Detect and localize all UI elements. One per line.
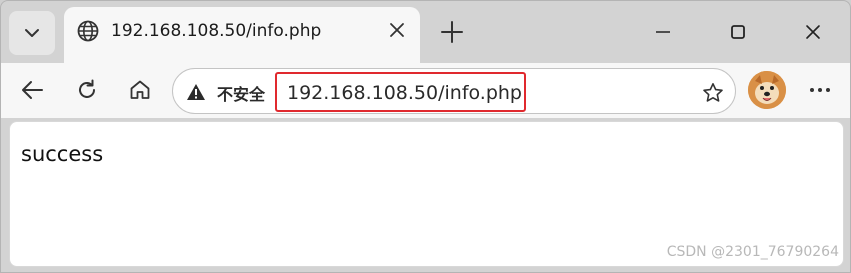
url-highlight: 192.168.108.50/info.php [275, 72, 526, 112]
tab-active[interactable]: 192.168.108.50/info.php [64, 7, 420, 63]
window-controls [625, 1, 850, 63]
chevron-down-icon [25, 29, 39, 37]
maximize-icon [730, 25, 745, 39]
back-arrow-icon [22, 81, 43, 99]
home-icon [130, 80, 150, 99]
tab-actions-button[interactable] [9, 11, 55, 55]
back-button[interactable] [18, 75, 48, 105]
watermark-text: CSDN @2301_76790264 [666, 244, 839, 260]
minimize-icon [655, 31, 670, 33]
ellipsis-icon [810, 88, 830, 92]
refresh-button[interactable] [72, 75, 102, 105]
new-tab-icon[interactable] [439, 19, 465, 45]
tab-title: 192.168.108.50/info.php [111, 21, 322, 41]
tab-strip: 192.168.108.50/info.php [1, 1, 850, 63]
star-icon[interactable] [701, 81, 725, 105]
maximize-button[interactable] [700, 1, 775, 63]
page-content: success CSDN @2301_76790264 [9, 121, 844, 267]
refresh-icon [79, 79, 95, 98]
warning-icon[interactable] [186, 82, 206, 102]
more-menu-button[interactable] [805, 75, 835, 105]
browser-window: 192.168.108.50/info.php 不安全 192.168.108.… [0, 0, 851, 273]
security-label[interactable]: 不安全 [217, 81, 265, 105]
close-icon [805, 25, 820, 39]
close-window-button[interactable] [775, 1, 850, 63]
url-text[interactable]: 192.168.108.50/info.php [287, 82, 522, 104]
globe-icon [77, 20, 99, 42]
close-tab-icon[interactable] [388, 21, 406, 39]
page-body-text: success [21, 142, 104, 166]
navigation-toolbar: 不安全 192.168.108.50/info.php [1, 63, 850, 118]
minimize-button[interactable] [625, 1, 700, 63]
address-bar[interactable]: 不安全 192.168.108.50/info.php [172, 68, 736, 114]
home-button[interactable] [125, 75, 155, 105]
dog-avatar-icon [748, 71, 786, 109]
profile-avatar[interactable] [748, 71, 786, 109]
